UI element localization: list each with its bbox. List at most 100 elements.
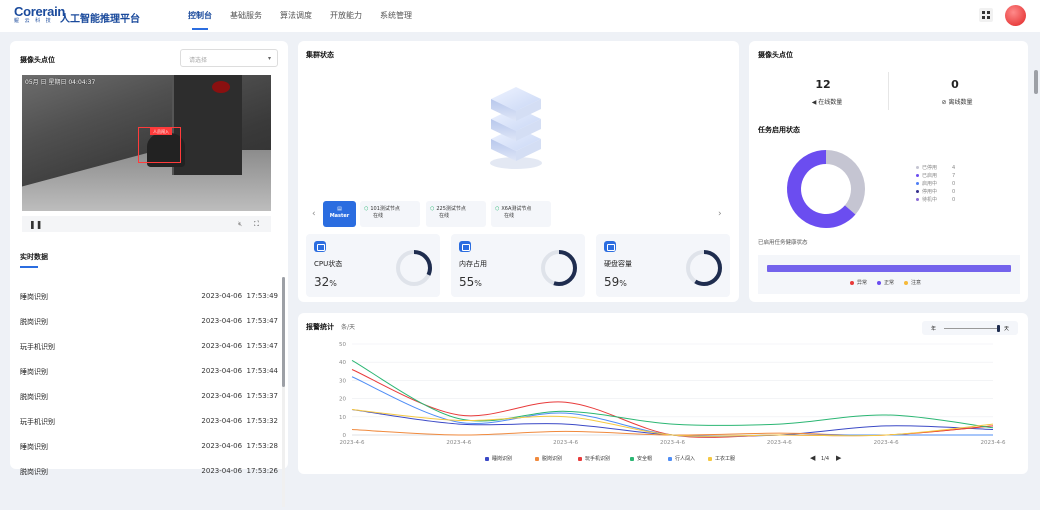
legend-label: 行人闯入 <box>675 456 696 462</box>
task-legend-label: 已启用 <box>922 173 938 179</box>
realtime-tab[interactable]: 实时数据 <box>20 252 48 262</box>
list-item[interactable]: 脱岗识别 2023-04-06 17:53:26 <box>20 459 278 484</box>
event-date: 2023-04-06 <box>201 467 243 475</box>
node-tab-master[interactable]: ▤ Master <box>323 201 356 227</box>
cpu-value-unit: % <box>329 279 337 288</box>
task-status-donut <box>787 150 865 228</box>
mute-icon[interactable]: 🔇︎ <box>238 220 242 229</box>
app-title: 人工智能推理平台 <box>60 14 140 25</box>
realtime-scrollbar-thumb[interactable] <box>282 277 285 387</box>
legend-item[interactable]: 工衣工服 <box>708 455 735 462</box>
cpu-ring-gauge <box>396 250 432 286</box>
task-legend-label: 启用中 <box>922 181 938 187</box>
alarm-panel: 报警统计 条/天 年 天 0 10 20 30 40 50 2023-4-6 2023-4-6… <box>298 313 1028 474</box>
camera-select[interactable]: 请选择 ▾ <box>180 49 278 67</box>
y-tick-label: 40 <box>339 360 346 366</box>
nav-system-management[interactable]: 系统管理 <box>380 0 412 32</box>
pause-icon[interactable]: ❚❚ <box>29 220 42 229</box>
cube-icon: ⬡ <box>364 206 369 212</box>
node-101-status: 在线 <box>373 213 384 219</box>
apps-grid-icon[interactable] <box>979 8 993 22</box>
fullscreen-icon[interactable]: ⛶ <box>254 220 259 229</box>
list-item[interactable]: 玩手机识别 2023-04-06 17:53:47 <box>20 334 278 359</box>
health-bar <box>767 265 1011 272</box>
page-scrollbar-thumb[interactable] <box>1034 70 1038 94</box>
legend-item[interactable]: 脱岗识别 <box>535 455 562 462</box>
list-item[interactable]: 睡岗识别 2023-04-06 17:53:44 <box>20 359 278 384</box>
cube-icon: ⬡ <box>495 206 500 212</box>
event-name: 脱岗识别 <box>20 318 48 326</box>
nav-algorithm-scheduling[interactable]: 算法调度 <box>280 0 312 32</box>
memory-value: 55% <box>459 275 482 289</box>
disk-value-number: 59 <box>604 275 620 289</box>
list-item[interactable]: 睡岗识别 2023-04-06 17:53:49 <box>20 284 278 309</box>
video-timestamp: 05月 日 星期日 04:04:37 <box>25 79 96 86</box>
list-item[interactable]: 脱岗识别 2023-04-06 17:53:47 <box>20 309 278 334</box>
node-tab-101[interactable]: ⬡ 101测试节点 在线 <box>360 201 420 227</box>
event-datetime: 2023-04-06 17:53:32 <box>201 417 278 425</box>
realtime-list: 睡岗识别 2023-04-06 17:53:49 脱岗识别 2023-04-06 17… <box>20 284 278 484</box>
task-legend-value: 7 <box>952 173 956 179</box>
x-tick-label: 2023-4-6 <box>340 440 365 446</box>
chevron-left-icon[interactable]: ‹ <box>312 209 316 219</box>
nav-basic-services[interactable]: 基础服务 <box>230 0 262 32</box>
event-time: 17:53:32 <box>246 417 278 425</box>
nav-console[interactable]: 控制台 <box>188 0 212 32</box>
legend-label: 工衣工服 <box>715 456 736 462</box>
list-item[interactable]: 睡岗识别 2023-04-06 17:53:28 <box>20 434 278 459</box>
offline-count: 0 <box>951 78 959 91</box>
event-name: 睡岗识别 <box>20 443 48 451</box>
brand-logo[interactable]: Corerain 鲲 云 科 技 <box>14 5 65 25</box>
pager-next-icon[interactable]: ▶ <box>836 454 841 462</box>
disk-stat-card: 硬盘容量 59% <box>596 234 730 297</box>
node-x6a-status: 在线 <box>504 213 515 219</box>
event-date: 2023-04-06 <box>201 292 243 300</box>
realtime-tab-indicator <box>20 266 38 268</box>
node-tab-225[interactable]: ⬡ 225测试节点 在线 <box>426 201 486 227</box>
cluster-panel-title: 集群状态 <box>306 51 334 59</box>
event-datetime: 2023-04-06 17:53:44 <box>201 367 278 375</box>
y-tick-label: 50 <box>339 342 346 348</box>
camera-select-placeholder: 请选择 <box>189 57 208 64</box>
user-avatar[interactable] <box>1005 5 1026 26</box>
chevron-right-icon[interactable]: › <box>718 209 722 219</box>
health-legend-warning: 注意 <box>904 279 921 286</box>
node-225-status: 在线 <box>439 213 450 219</box>
x-tick-label: 2023-4-6 <box>874 440 899 446</box>
event-date: 2023-04-06 <box>201 442 243 450</box>
health-legend-abnormal: 异常 <box>850 279 867 286</box>
node-tab-x6a[interactable]: ⬡ X6A测试节点 在线 <box>491 201 551 227</box>
task-legend-value: 0 <box>952 189 956 195</box>
cpu-icon <box>314 241 326 252</box>
pager-prev-icon[interactable]: ◀ <box>810 454 815 462</box>
list-item[interactable]: 玩手机识别 2023-04-06 17:53:32 <box>20 409 278 434</box>
logo-subtext: 鲲 云 科 技 <box>14 18 53 24</box>
node-101-name: 101测试节点 <box>370 206 400 212</box>
camera-video[interactable]: 人员闯入 05月 日 星期日 04:04:37 <box>22 75 271 211</box>
video-controls: ❚❚ 🔇︎ ⛶ <box>22 216 271 232</box>
cpu-label: CPU状态 <box>314 260 343 268</box>
list-item[interactable]: 脱岗识别 2023-04-06 17:53:37 <box>20 384 278 409</box>
legend-item[interactable]: 安全帽 <box>630 455 652 462</box>
memory-label: 内存占用 <box>459 260 487 268</box>
camera-stats-title: 摄像头点位 <box>758 51 793 59</box>
y-tick-label: 20 <box>339 397 346 403</box>
legend-label: 玩手机识别 <box>585 456 611 462</box>
event-name: 玩手机识别 <box>20 418 55 426</box>
donut-slice <box>825 150 865 215</box>
series-line <box>351 409 994 437</box>
event-date: 2023-04-06 <box>201 392 243 400</box>
event-time: 17:53:37 <box>246 392 278 400</box>
memory-value-number: 55 <box>459 275 475 289</box>
event-datetime: 2023-04-06 17:53:47 <box>201 317 278 325</box>
memory-icon <box>459 241 471 252</box>
task-legend-item: 停用中 0 <box>916 188 955 195</box>
legend-item[interactable]: 行人闯入 <box>668 455 695 462</box>
health-legend-abnormal-label: 异常 <box>857 280 868 286</box>
nav-open-capabilities[interactable]: 开放能力 <box>330 0 362 32</box>
legend-item[interactable]: 玩手机识别 <box>578 455 610 462</box>
health-box: 异常 正常 注意 <box>758 255 1020 294</box>
node-x6a-name: X6A测试节点 <box>501 206 532 212</box>
node-master-name: Master <box>329 213 350 219</box>
legend-item[interactable]: 睡岗识别 <box>485 455 512 462</box>
